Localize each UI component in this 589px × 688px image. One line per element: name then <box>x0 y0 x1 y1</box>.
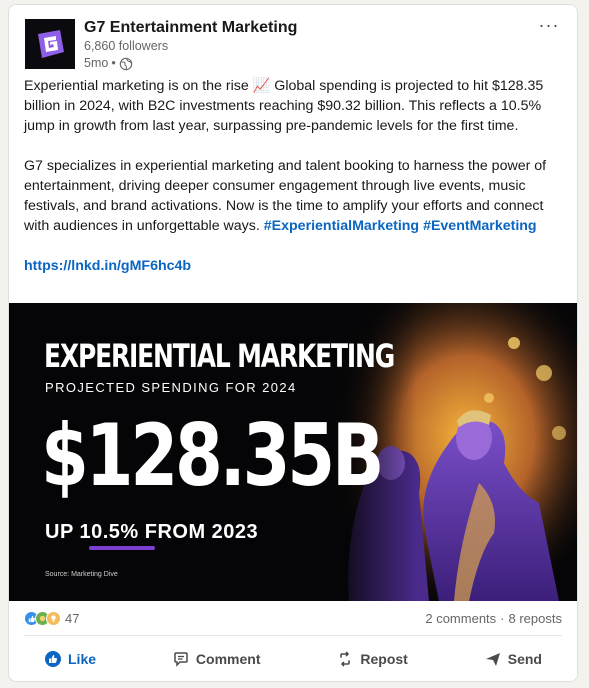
post-text: Experiential marketing is on the rise 📈 … <box>24 76 569 296</box>
ellipsis-icon: ··· <box>538 14 560 35</box>
hashtag-experiential-marketing[interactable]: #ExperientialMarketing <box>264 218 419 234</box>
post-time: 5mo <box>84 56 109 70</box>
more-options-button[interactable]: ··· <box>533 13 565 37</box>
reaction-count: 47 <box>65 610 80 626</box>
banner-underline <box>89 546 155 550</box>
post-link-row: https://lnkd.in/gMF6hc4b <box>24 256 569 276</box>
post-card: G7 Entertainment Marketing 6,860 followe… <box>8 4 578 682</box>
comment-button[interactable]: Comment <box>152 643 281 675</box>
post-paragraph-2: G7 specializes in experiential marketing… <box>24 156 569 236</box>
engagement-counts: 2 comments · 8 reposts <box>425 611 562 626</box>
banner-growth: UP 10.5% FROM 2023 <box>45 521 259 543</box>
repost-label: Repost <box>360 651 408 667</box>
reactions-summary[interactable]: 47 <box>24 610 80 626</box>
repost-count[interactable]: 8 reposts <box>509 611 562 626</box>
post-meta: 5mo • <box>84 55 297 72</box>
comment-label: Comment <box>195 651 261 667</box>
send-button[interactable]: Send <box>464 643 562 675</box>
banner-title: EXPERIENTIAL MARKETING <box>44 337 395 375</box>
meta-separator: • <box>111 56 116 70</box>
reaction-icons <box>24 610 61 626</box>
post-paragraph-1: Experiential marketing is on the rise 📈 … <box>24 78 544 134</box>
send-icon <box>485 653 500 666</box>
banner-subtitle: PROJECTED SPENDING FOR 2024 <box>45 380 297 395</box>
follower-count: 6,860 followers <box>84 39 169 53</box>
repost-button[interactable]: Repost <box>316 643 427 675</box>
stats-separator: · <box>500 610 505 626</box>
post-header: G7 Entertainment Marketing 6,860 followe… <box>25 15 565 73</box>
send-label: Send <box>507 651 542 667</box>
banner-amount: $128.35B <box>41 406 384 506</box>
post-image[interactable]: EXPERIENTIAL MARKETING PROJECTED SPENDIN… <box>9 303 577 601</box>
author-name[interactable]: G7 Entertainment Marketing <box>84 18 297 38</box>
hashtag-event-marketing[interactable]: #EventMarketing <box>423 218 537 234</box>
comment-count[interactable]: 2 comments <box>425 611 496 626</box>
social-counts: 47 2 comments · 8 reposts <box>24 607 562 629</box>
repost-icon <box>340 651 351 667</box>
like-icon <box>45 651 61 667</box>
action-bar: Like Comment Repost Send <box>24 643 562 675</box>
like-button[interactable]: Like <box>24 643 116 675</box>
g7-logo-icon <box>38 30 64 58</box>
comment-icon <box>174 652 188 667</box>
action-divider <box>24 635 562 636</box>
company-logo[interactable] <box>25 19 75 69</box>
author-block: G7 Entertainment Marketing 6,860 followe… <box>84 17 297 72</box>
like-label: Like <box>68 651 97 667</box>
banner-source: Source: Marketing Dive <box>45 571 118 578</box>
insightful-reaction-icon <box>46 610 61 626</box>
post-link[interactable]: https://lnkd.in/gMF6hc4b <box>24 258 191 274</box>
globe-icon <box>119 57 133 71</box>
